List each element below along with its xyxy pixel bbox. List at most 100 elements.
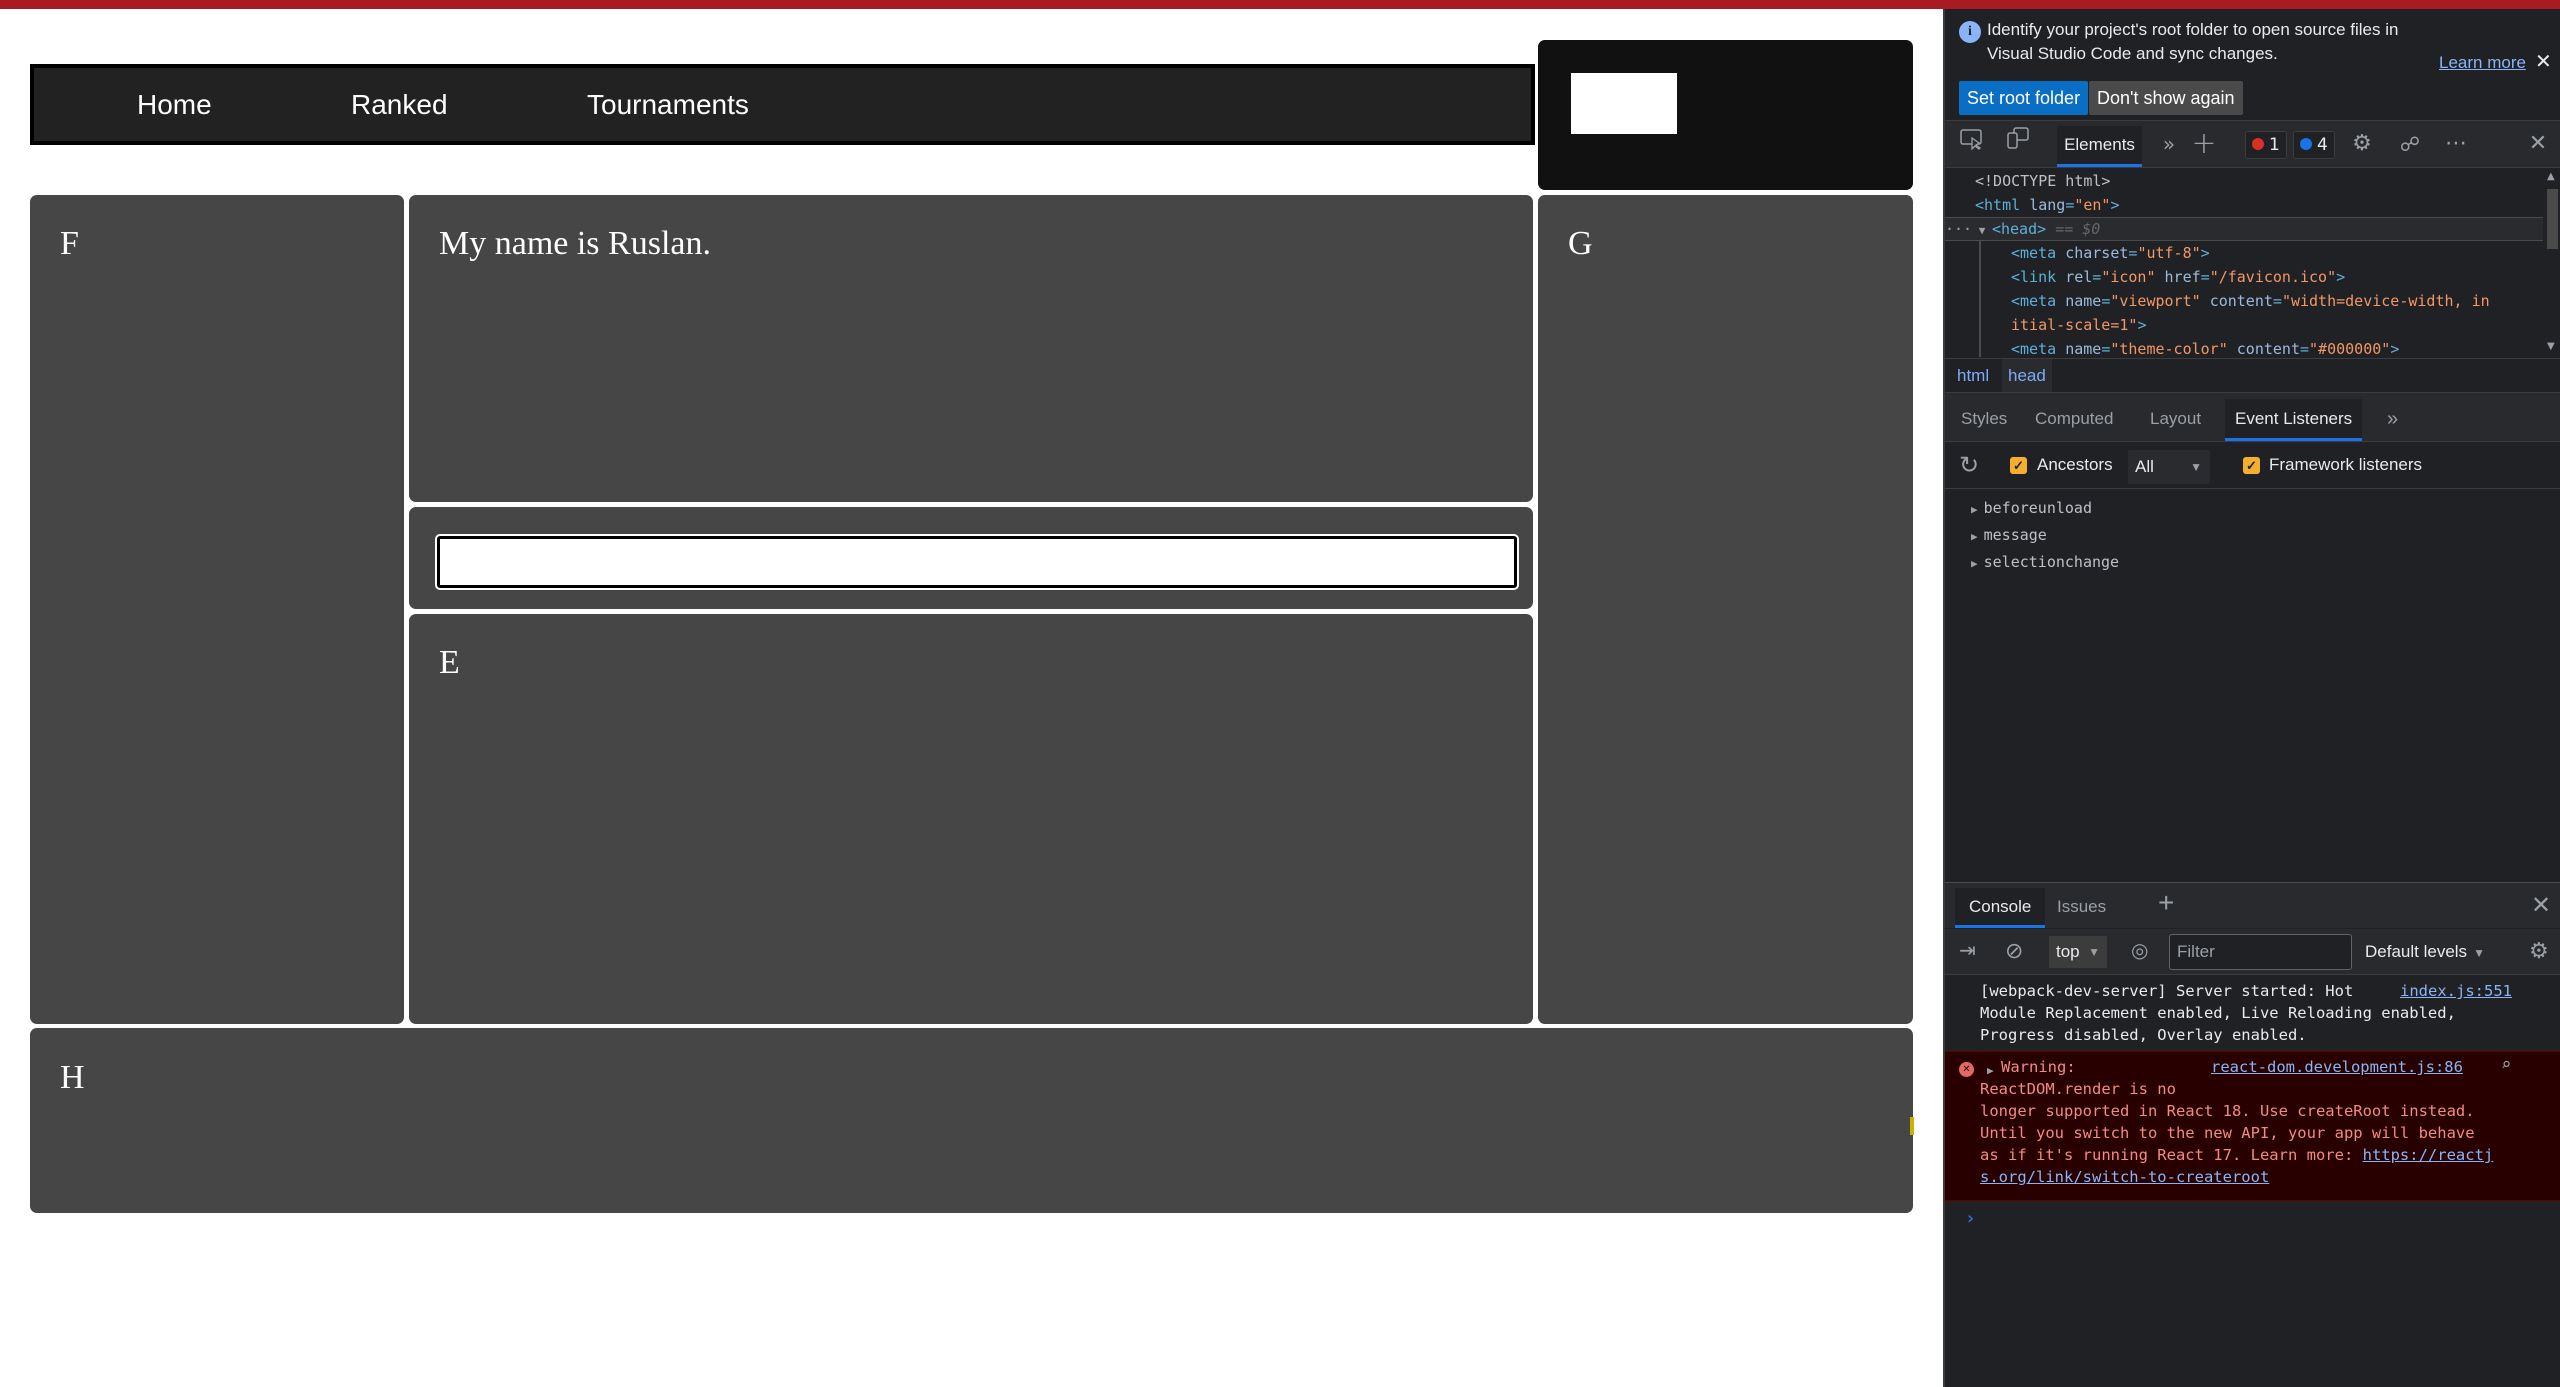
dom-node-meta-theme[interactable]: <meta name="theme-color" content="#00000… bbox=[2011, 337, 2399, 357]
event-listeners-toolbar: ↻ ✓ Ancestors All ▼ ✓ Framework listeners bbox=[1945, 443, 2560, 489]
dom-node-link-icon[interactable]: <link rel="icon" href="/favicon.ico"> bbox=[2011, 265, 2345, 289]
tab-styles[interactable]: Styles bbox=[1951, 399, 2017, 441]
console-message-error: ✕ ▶ Warning: react-dom.development.js:86… bbox=[1945, 1051, 2560, 1201]
sidebar-toggle-icon[interactable]: ⇥ bbox=[1959, 938, 1976, 963]
ancestors-label: Ancestors bbox=[2037, 455, 2113, 474]
listener-name: beforeunload bbox=[1983, 499, 2092, 517]
more-tabs-icon[interactable]: » bbox=[2157, 121, 2181, 167]
warning-heading: Warning: bbox=[2001, 1058, 2076, 1076]
dom-node-meta-charset[interactable]: <meta charset="utf-8"> bbox=[2011, 241, 2210, 265]
elements-sub-tabs: Styles Computed Layout Event Listeners » bbox=[1945, 392, 2560, 442]
refresh-icon[interactable]: ↻ bbox=[1959, 451, 1979, 480]
breadcrumb-html[interactable]: html bbox=[1951, 359, 1995, 392]
logo-box bbox=[1538, 40, 1913, 190]
more-options-icon[interactable]: ⋯ bbox=[2441, 121, 2471, 167]
infobar-message: Identify your project's root folder to o… bbox=[1987, 20, 2399, 63]
listener-item[interactable]: ▶ message bbox=[1971, 522, 2047, 549]
listener-filter-select[interactable]: All ▼ bbox=[2128, 450, 2210, 484]
dom-node-head[interactable]: ··· ▼ <head> == $0 bbox=[1945, 217, 2100, 241]
dom-node-meta-viewport[interactable]: <meta name="viewport" content="width=dev… bbox=[2011, 289, 2490, 313]
add-tab-icon[interactable]: + bbox=[2189, 121, 2219, 167]
tab-console[interactable]: Console bbox=[1955, 888, 2046, 928]
scroll-down-icon[interactable]: ▼ bbox=[2547, 341, 2555, 352]
panel-g: G bbox=[1538, 195, 1913, 1024]
tab-event-listeners[interactable]: Event Listeners bbox=[2225, 399, 2363, 441]
dom-node-meta-viewport-cont: itial-scale=1"> bbox=[2011, 316, 2147, 334]
tab-computed[interactable]: Computed bbox=[2025, 399, 2123, 441]
error-icon bbox=[2252, 137, 2264, 150]
warning-link-part2[interactable]: s.org/link/switch-to-createroot bbox=[1980, 1168, 2269, 1186]
dom-node-html[interactable]: <html lang="en"> bbox=[1975, 193, 2120, 217]
search-icon[interactable]: ⌕ bbox=[2501, 1054, 2511, 1076]
ancestors-checkbox[interactable]: ✓ bbox=[2010, 457, 2027, 474]
warning-body: ReactDOM.render is no longer supported i… bbox=[1980, 1078, 2555, 1188]
listener-name: message bbox=[1983, 526, 2047, 544]
nav-home-link[interactable]: Home bbox=[137, 68, 212, 141]
framework-listeners-label: Framework listeners bbox=[2269, 455, 2423, 474]
scroll-up-icon[interactable]: ▲ bbox=[2547, 171, 2555, 182]
devtools-panel: i Identify your project's root folder to… bbox=[1943, 9, 2560, 1387]
live-expression-eye-icon[interactable]: ◎ bbox=[2131, 938, 2148, 963]
browser-top-bar bbox=[0, 0, 2560, 9]
console-source-link[interactable]: index.js:551 bbox=[2400, 980, 2512, 1002]
indent-guide bbox=[1979, 241, 1981, 357]
console-source-link[interactable]: react-dom.development.js:86 bbox=[2211, 1056, 2463, 1078]
panel-e: E bbox=[409, 614, 1533, 1024]
console-message-info: [webpack-dev-server] Server started: Hot… bbox=[1945, 976, 2560, 1051]
listener-item[interactable]: ▶ selectionchange bbox=[1971, 549, 2119, 576]
nav-ranked-link[interactable]: Ranked bbox=[351, 68, 448, 141]
devtools-infobar: i Identify your project's root folder to… bbox=[1945, 9, 2560, 119]
inspect-element-icon[interactable] bbox=[1957, 121, 1987, 167]
expand-triangle-icon: ▶ bbox=[1971, 503, 1978, 516]
close-drawer-icon[interactable]: ✕ bbox=[2531, 891, 2551, 920]
close-devtools-icon[interactable]: ✕ bbox=[2523, 121, 2553, 167]
panel-e-label: E bbox=[439, 644, 460, 681]
listener-item[interactable]: ▶ beforeunload bbox=[1971, 495, 2092, 522]
tab-layout[interactable]: Layout bbox=[2140, 399, 2211, 441]
drawer-tabs: Console Issues + ✕ bbox=[1945, 882, 2560, 928]
nav-tournaments-link[interactable]: Tournaments bbox=[587, 68, 749, 141]
text-input[interactable] bbox=[435, 534, 1519, 590]
console-prompt-icon[interactable]: › bbox=[1965, 1208, 1976, 1230]
errors-badge[interactable]: 1 bbox=[2245, 131, 2287, 159]
resize-marker bbox=[1910, 1117, 1914, 1135]
breadcrumb-head[interactable]: head bbox=[2002, 359, 2052, 392]
context-select[interactable]: top ▼ bbox=[2049, 936, 2107, 968]
issues-badge[interactable]: 4 bbox=[2293, 131, 2335, 159]
selected-marker: == $0 bbox=[2055, 220, 2101, 238]
expand-triangle-icon: ▶ bbox=[1971, 530, 1978, 543]
logo-image[interactable] bbox=[1571, 73, 1677, 134]
intro-panel: My name is Ruslan. bbox=[409, 195, 1533, 502]
dom-tree: <!DOCTYPE html> <html lang="en"> ··· ▼ <… bbox=[1945, 169, 2545, 357]
set-root-folder-button[interactable]: Set root folder bbox=[1959, 81, 2089, 115]
framework-listeners-checkbox[interactable]: ✓ bbox=[2243, 457, 2260, 474]
close-icon[interactable]: ✕ bbox=[2535, 49, 2552, 73]
learn-more-link[interactable]: Learn more bbox=[2439, 53, 2526, 73]
console-settings-gear-icon[interactable]: ⚙ bbox=[2529, 938, 2549, 964]
dom-node-doctype[interactable]: <!DOCTYPE html> bbox=[1975, 169, 2110, 193]
panel-h: H bbox=[30, 1028, 1913, 1213]
tab-elements[interactable]: Elements bbox=[2057, 126, 2142, 167]
listener-name: selectionchange bbox=[1983, 553, 2120, 571]
input-panel bbox=[409, 507, 1533, 609]
context-value: top bbox=[2056, 942, 2080, 961]
info-icon: i bbox=[1959, 21, 1981, 43]
warning-link-part1[interactable]: https://reactj bbox=[2363, 1146, 2494, 1164]
dont-show-again-button[interactable]: Don't show again bbox=[2089, 81, 2243, 115]
add-drawer-tab-icon[interactable]: + bbox=[2158, 887, 2174, 919]
scrollbar-thumb[interactable] bbox=[2547, 189, 2558, 249]
device-emulation-icon[interactable] bbox=[2003, 121, 2033, 167]
chevron-down-icon: ▼ bbox=[2473, 946, 2485, 960]
more-sub-tabs-icon[interactable]: » bbox=[2377, 399, 2408, 441]
chevron-down-icon: ▼ bbox=[2088, 945, 2100, 959]
dom-tree-scrollbar[interactable]: ▲ ▼ bbox=[2545, 169, 2560, 357]
settings-gear-icon[interactable]: ⚙ bbox=[2347, 121, 2377, 167]
breadcrumb: html head bbox=[1945, 358, 2560, 392]
console-filter-input[interactable] bbox=[2169, 934, 2352, 970]
feedback-icon[interactable]: ☍ bbox=[2395, 121, 2425, 167]
tab-issues[interactable]: Issues bbox=[2043, 888, 2120, 928]
log-levels-dropdown[interactable]: Default levels ▼ bbox=[2365, 936, 2485, 968]
panel-h-label: H bbox=[60, 1059, 85, 1096]
panel-f-label: F bbox=[60, 225, 79, 262]
clear-console-icon[interactable]: ⊘ bbox=[2005, 938, 2023, 964]
